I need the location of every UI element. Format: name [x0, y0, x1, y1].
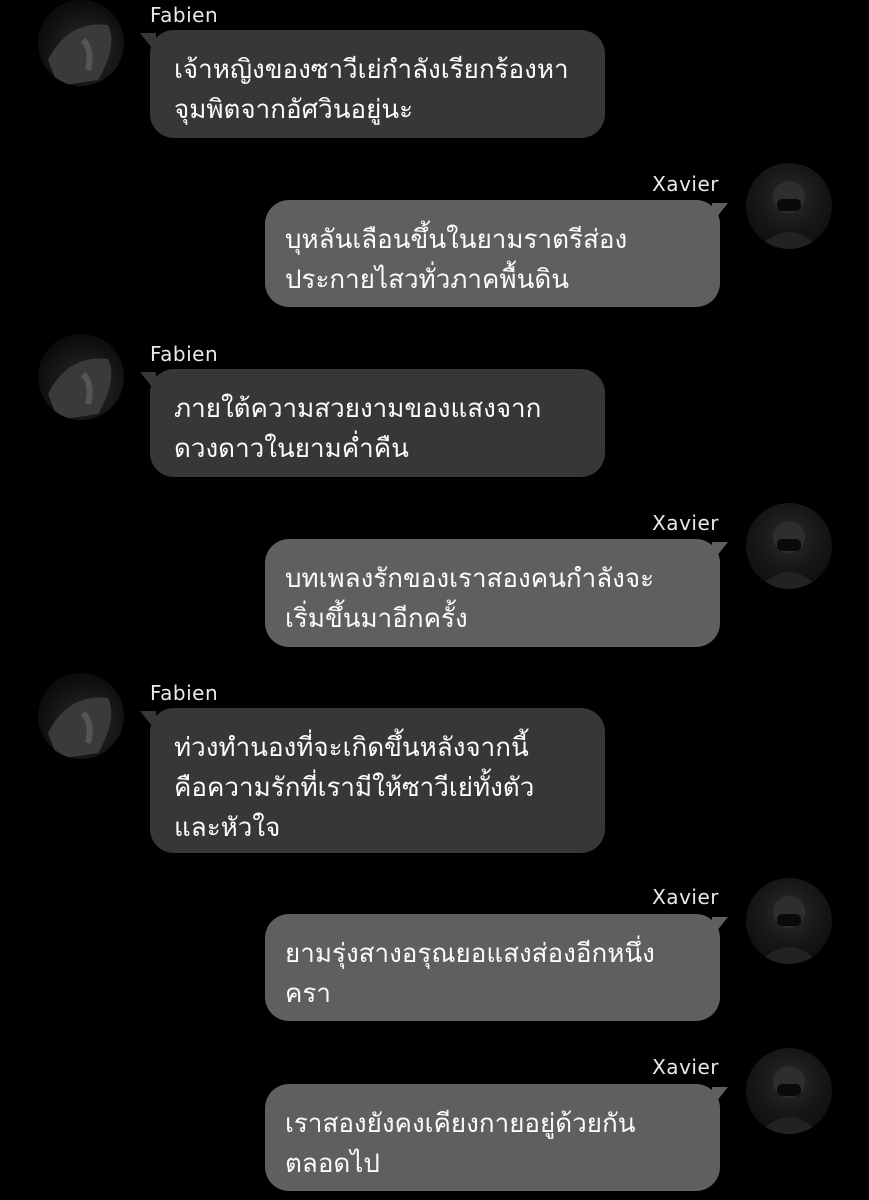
message-line: เริ่มขึ้นมาอีกครั้ง — [285, 604, 468, 634]
message-line: ประกายไสวทั่วภาคพื้นดิน — [285, 265, 569, 295]
sender-name: Xavier — [652, 1055, 719, 1079]
xavier-avatar[interactable] — [746, 878, 832, 964]
message-bubble-outgoing[interactable]: บทเพลงรักของเราสองคนกำลังจะ เริ่มขึ้นมาอ… — [265, 539, 720, 647]
message-bubble-incoming[interactable]: ภายใต้ความสวยงามของแสงจาก ดวงดาวในยามค่ำ… — [150, 369, 605, 477]
message-bubble-outgoing[interactable]: ยามรุ่งสางอรุณยอแสงส่องอีกหนึ่ง ครา — [265, 914, 720, 1021]
message-line: เจ้าหญิงของซาวีเย่กำลังเรียกร้องหา — [174, 55, 569, 85]
message-line: บุหลันเลือนขึ้นในยามราตรีส่อง — [285, 225, 628, 255]
message-line: ภายใต้ความสวยงามของแสงจาก — [174, 394, 542, 424]
xavier-avatar[interactable] — [746, 1048, 832, 1134]
chat-transcript: Fabien เจ้าหญิงของซาวีเย่กำลังเรียกร้องห… — [0, 0, 869, 1200]
message-line: บทเพลงรักของเราสองคนกำลังจะ — [285, 564, 655, 594]
sender-name: Fabien — [150, 3, 219, 27]
sender-name: Xavier — [652, 172, 719, 196]
message-bubble-outgoing[interactable]: บุหลันเลือนขึ้นในยามราตรีส่อง ประกายไสวท… — [265, 200, 720, 307]
message-line: จุมพิตจากอัศวินอยู่นะ — [174, 95, 414, 125]
message-bubble-incoming[interactable]: ท่วงทำนองที่จะเกิดขึ้นหลังจากนี้ คือความ… — [150, 708, 605, 853]
message-bubble-incoming[interactable]: เจ้าหญิงของซาวีเย่กำลังเรียกร้องหา จุมพิ… — [150, 30, 605, 138]
message-line: คือความรักที่เรามีให้ซาวีเย่ทั้งตัว — [174, 773, 535, 803]
fabien-avatar[interactable] — [38, 334, 124, 420]
message-line: ดวงดาวในยามค่ำคืน — [174, 434, 409, 464]
sender-name: Xavier — [652, 885, 719, 909]
message-line: และหัวใจ — [174, 813, 281, 843]
fabien-avatar[interactable] — [38, 0, 124, 86]
message-line: เราสองยังคงเคียงกายอยู่ด้วยกัน — [285, 1109, 636, 1139]
message-line: ครา — [285, 979, 331, 1009]
message-line: ตลอดไป — [285, 1149, 380, 1179]
message-bubble-outgoing[interactable]: เราสองยังคงเคียงกายอยู่ด้วยกัน ตลอดไป — [265, 1084, 720, 1191]
xavier-avatar[interactable] — [746, 503, 832, 589]
message-line: ยามรุ่งสางอรุณยอแสงส่องอีกหนึ่ง — [285, 939, 655, 969]
sender-name: Fabien — [150, 681, 219, 705]
message-line: ท่วงทำนองที่จะเกิดขึ้นหลังจากนี้ — [174, 733, 529, 763]
sender-name: Fabien — [150, 342, 219, 366]
xavier-avatar[interactable] — [746, 163, 832, 249]
sender-name: Xavier — [652, 511, 719, 535]
fabien-avatar[interactable] — [38, 673, 124, 759]
